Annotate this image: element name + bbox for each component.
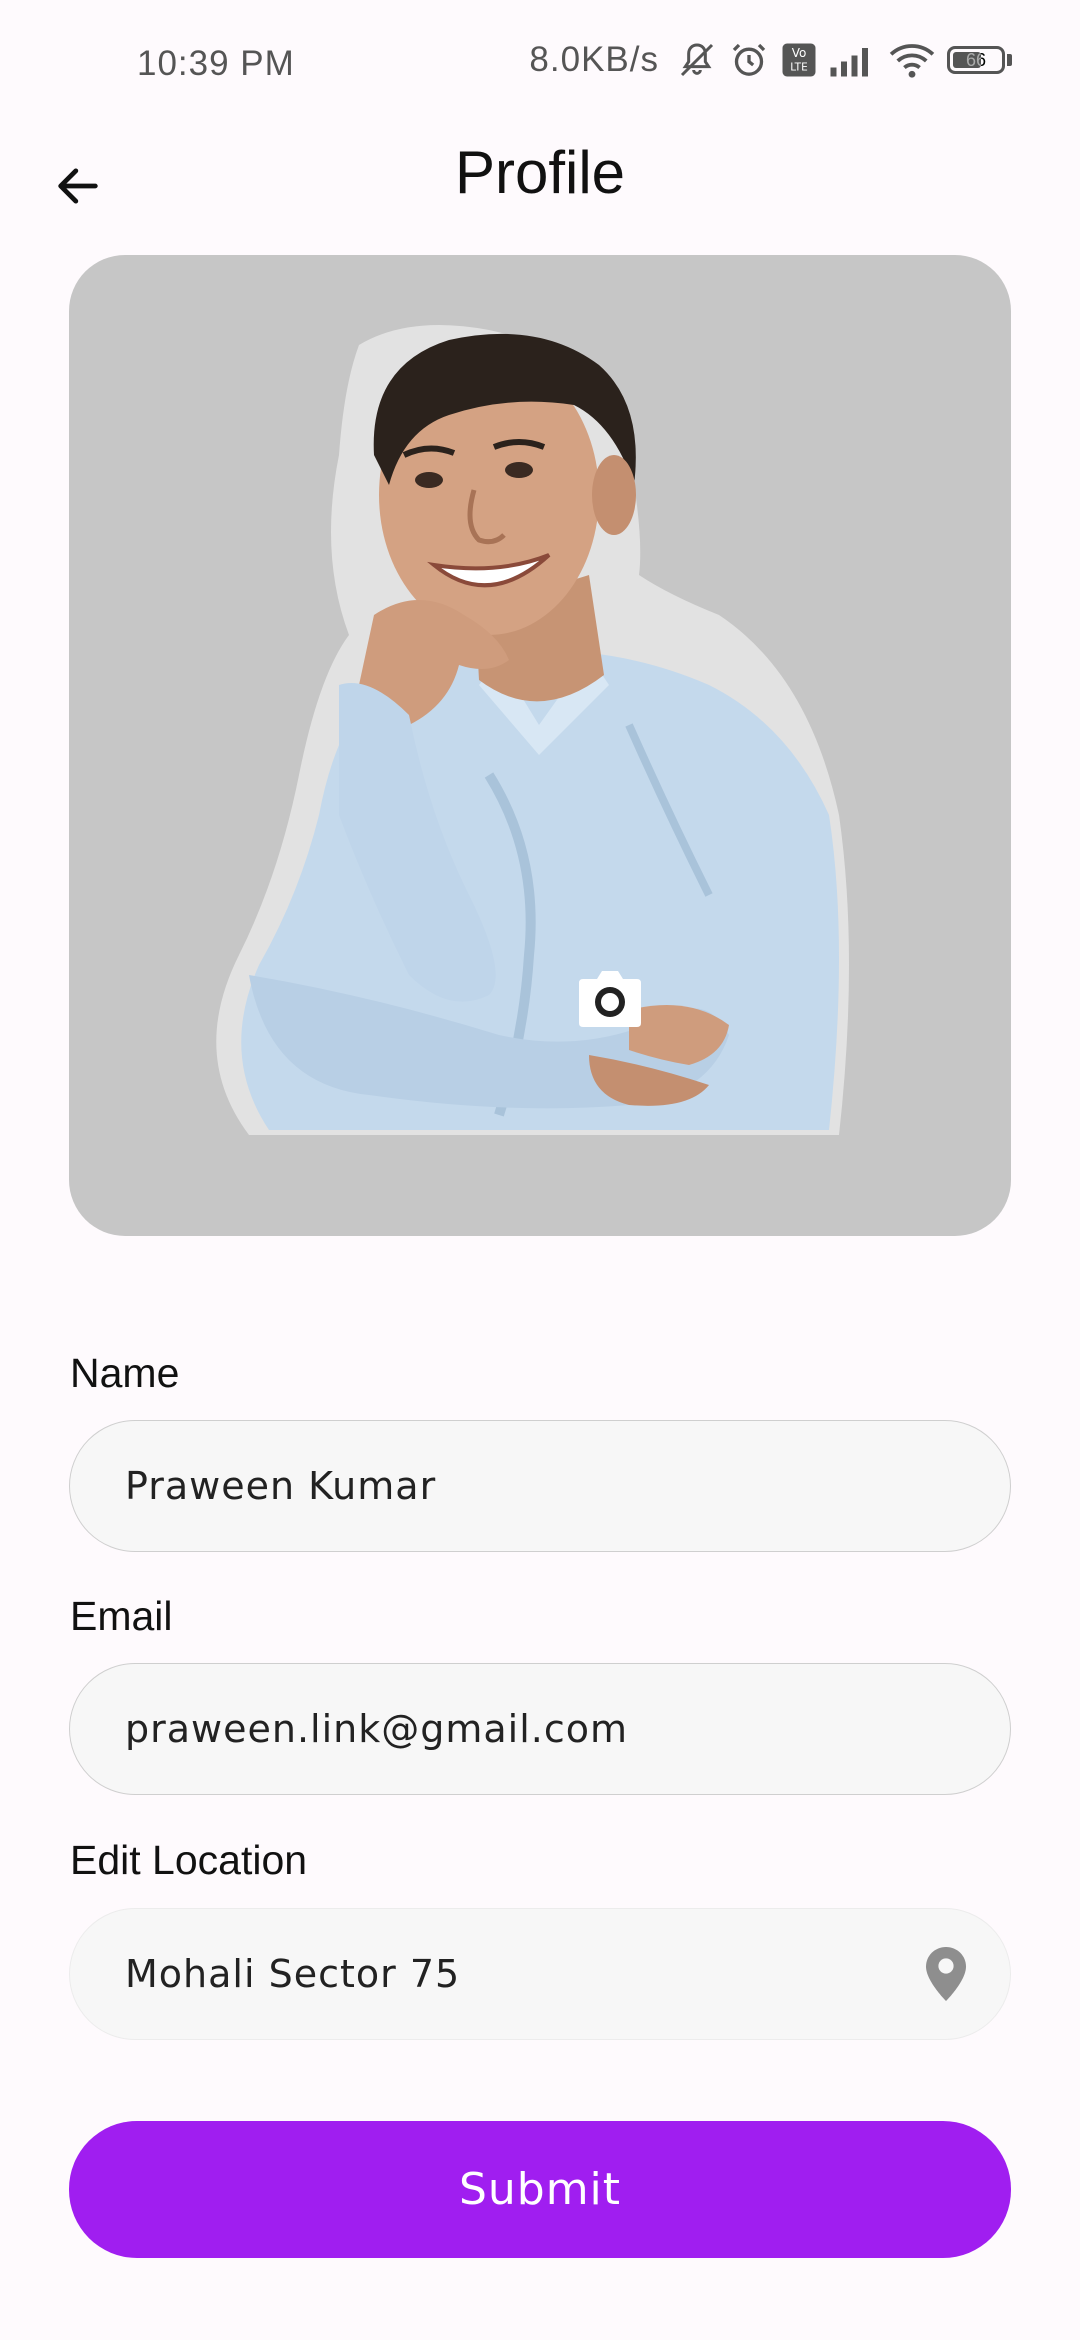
location-pin-icon[interactable] xyxy=(924,1945,968,2008)
name-field[interactable] xyxy=(69,1420,1011,1552)
volte-icon: Vo LTE xyxy=(781,42,817,78)
status-time: 10:39 PM xyxy=(137,44,295,83)
profile-screen: 10:39 PM 8.0KB/s Vo LTE 66 Profile Name … xyxy=(0,0,1080,2340)
app-bar: Profile xyxy=(0,128,1080,224)
profile-photo xyxy=(216,325,850,1135)
svg-text:Vo: Vo xyxy=(792,46,807,60)
battery-body: 66 xyxy=(947,46,1005,74)
location-field[interactable] xyxy=(69,1908,1011,2040)
camera-icon xyxy=(579,971,641,1027)
name-input[interactable] xyxy=(125,1464,905,1508)
status-icons: 8.0KB/s Vo LTE 66 xyxy=(529,40,1012,80)
email-input[interactable] xyxy=(125,1707,905,1751)
location-label: Edit Location xyxy=(70,1837,308,1883)
profile-photo-card[interactable] xyxy=(69,255,1011,1236)
svg-text:LTE: LTE xyxy=(790,62,807,74)
battery-level: 66 xyxy=(965,49,987,70)
email-label: Email xyxy=(70,1593,173,1639)
status-bar: 10:39 PM 8.0KB/s Vo LTE 66 xyxy=(0,0,1080,128)
wifi-icon xyxy=(889,41,935,79)
location-input[interactable] xyxy=(125,1952,905,1996)
change-photo-button[interactable] xyxy=(575,967,645,1031)
battery-icon: 66 xyxy=(947,46,1012,74)
page-title: Profile xyxy=(454,139,626,206)
mute-icon xyxy=(677,40,717,80)
battery-cap xyxy=(1007,54,1012,66)
alarm-icon xyxy=(729,40,769,80)
network-speed: 8.0KB/s xyxy=(529,40,659,79)
submit-button[interactable]: Submit xyxy=(69,2121,1011,2258)
name-label: Name xyxy=(70,1350,180,1396)
signal-icon xyxy=(829,42,877,78)
email-field[interactable] xyxy=(69,1663,1011,1795)
